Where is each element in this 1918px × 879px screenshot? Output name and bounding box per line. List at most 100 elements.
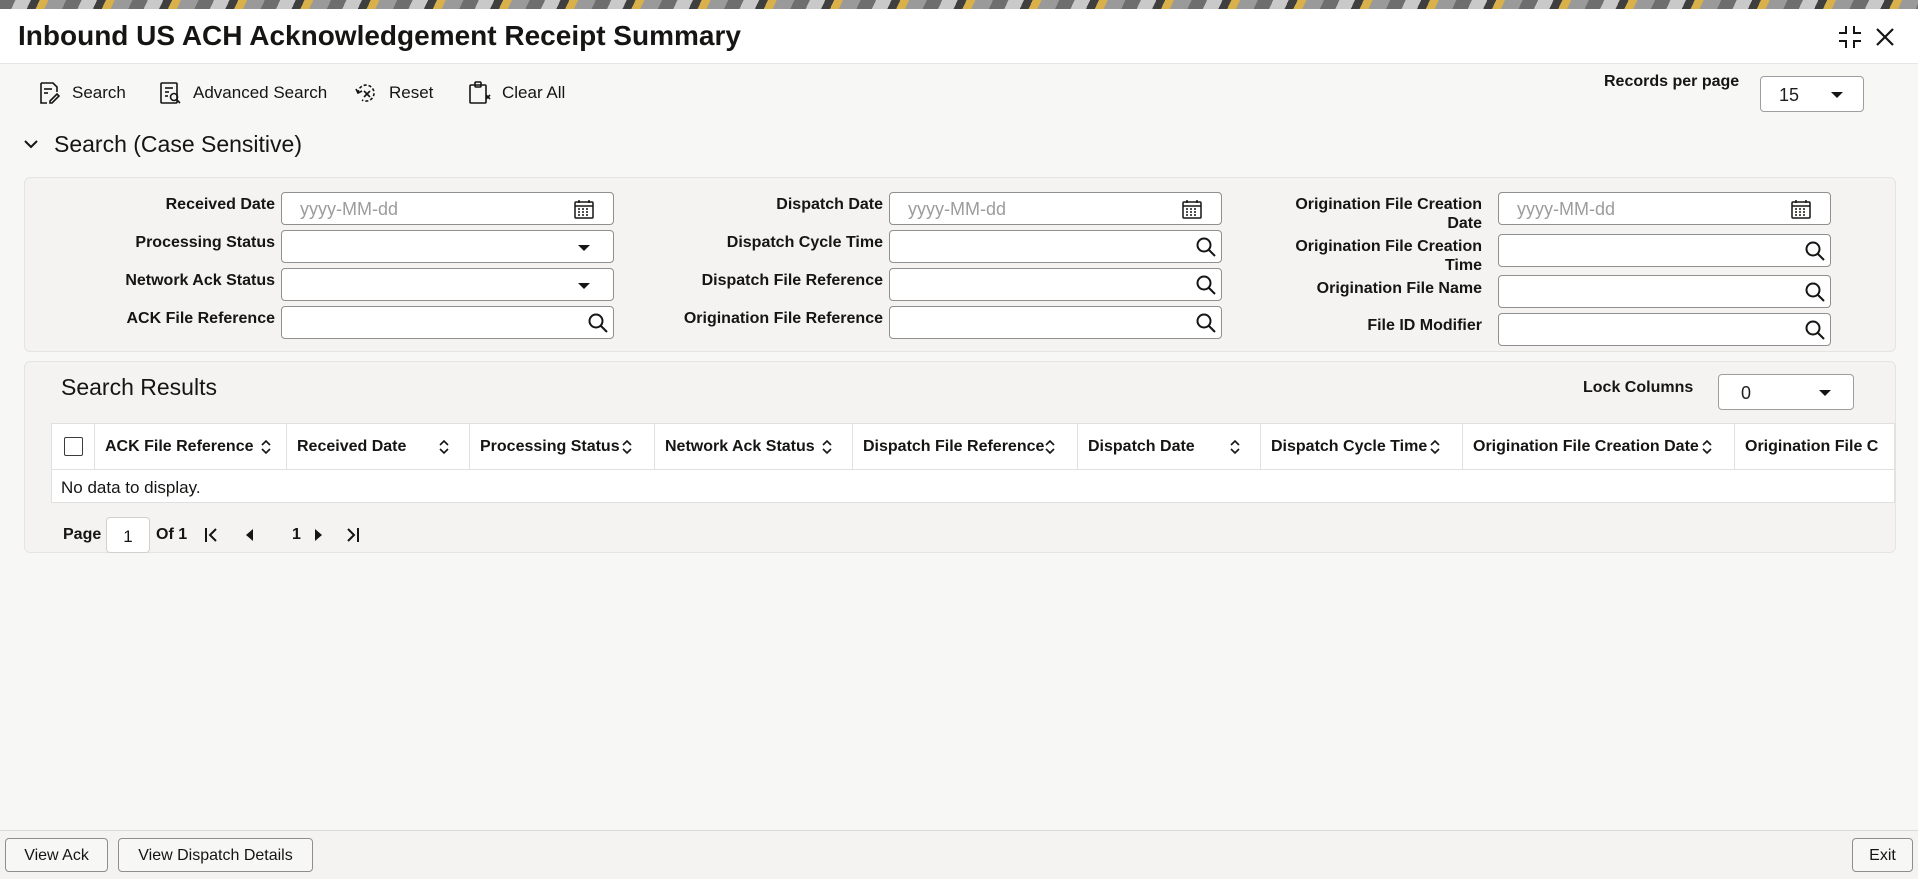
reset-icon <box>355 84 375 102</box>
sort-icon[interactable] <box>437 438 451 456</box>
search-icon[interactable] <box>1195 312 1217 334</box>
network-ack-status-select[interactable] <box>281 268 614 301</box>
view-dispatch-details-button[interactable]: View Dispatch Details <box>118 838 313 872</box>
label-line-1: Origination File Creation <box>1295 196 1482 213</box>
column-header-label: Processing Status <box>480 438 620 455</box>
sort-icon[interactable] <box>1428 438 1442 456</box>
column-header[interactable]: Origination File Creation Date <box>1463 424 1735 470</box>
search-icon[interactable] <box>1195 274 1217 296</box>
column-header-label: Dispatch Date <box>1088 438 1195 455</box>
exit-button[interactable]: Exit <box>1852 838 1913 872</box>
ack-file-reference-field[interactable] <box>281 306 614 339</box>
origination-file-name-label: Origination File Name <box>1316 280 1482 297</box>
clear-all-button[interactable]: Clear All <box>466 78 565 108</box>
sort-icon[interactable] <box>1228 438 1242 456</box>
table-header: ACK File Reference Received Date Process… <box>52 424 1894 470</box>
lock-columns-select[interactable]: 0 <box>1718 374 1854 410</box>
chevron-down-icon <box>1819 390 1831 396</box>
dispatch-date-field[interactable]: yyyy-MM-dd <box>889 192 1222 225</box>
calendar-icon[interactable] <box>1181 198 1203 220</box>
origination-file-creation-date-label: Origination File Creation Date <box>1295 195 1482 233</box>
close-icon[interactable] <box>1871 23 1899 51</box>
column-header-label: Dispatch Cycle Time <box>1271 438 1428 455</box>
sort-icon[interactable] <box>1043 438 1057 456</box>
column-header[interactable]: Network Ack Status <box>655 424 853 470</box>
chevron-down-icon <box>24 140 38 149</box>
network-ack-status-label: Network Ack Status <box>125 272 275 289</box>
received-date-field[interactable]: yyyy-MM-dd <box>281 192 614 225</box>
reset-button[interactable]: Reset <box>353 78 433 108</box>
results-table: ACK File Reference Received Date Process… <box>51 423 1895 503</box>
origination-file-creation-time-label: Origination File Creation Time <box>1295 237 1482 275</box>
search-icon[interactable] <box>1804 281 1826 303</box>
search-icon[interactable] <box>1804 319 1826 341</box>
footer-bar: View Ack View Dispatch Details Exit <box>0 830 1918 879</box>
page-indicator: 1 <box>292 526 301 543</box>
column-header[interactable]: Origination File C <box>1735 424 1894 470</box>
page-title: Inbound US ACH Acknowledgement Receipt S… <box>18 20 741 51</box>
column-header-label: Origination File Creation Date <box>1473 438 1699 455</box>
collapse-icon[interactable] <box>1836 23 1864 51</box>
chevron-down-icon <box>578 283 590 289</box>
search-section-toggle[interactable]: Search (Case Sensitive) <box>22 128 302 160</box>
origination-file-reference-field[interactable] <box>889 306 1222 339</box>
header-decoration <box>0 0 1918 9</box>
column-header[interactable]: Dispatch Cycle Time <box>1261 424 1463 470</box>
toolbar: Search Advanced Search Reset Clear All R… <box>0 64 1918 118</box>
search-panel: Received Date yyyy-MM-dd Processing Stat… <box>24 177 1896 352</box>
view-ack-button[interactable]: View Ack <box>5 838 108 872</box>
search-section-title: Search (Case Sensitive) <box>54 130 302 157</box>
file-id-modifier-label: File ID Modifier <box>1367 317 1482 334</box>
chevron-down-icon <box>578 245 590 251</box>
sort-icon[interactable] <box>1700 438 1714 456</box>
page-number-input[interactable]: 1 <box>106 517 150 553</box>
next-page-icon[interactable] <box>309 526 327 544</box>
column-header[interactable]: Dispatch File Reference <box>853 424 1078 470</box>
first-page-icon[interactable] <box>203 526 221 544</box>
column-header-label: Network Ack Status <box>665 438 815 455</box>
origination-file-name-field[interactable] <box>1498 275 1831 308</box>
results-panel: Search Results Lock Columns 0 ACK File R… <box>24 361 1896 553</box>
records-per-page-select[interactable]: 15 <box>1760 76 1864 112</box>
dispatch-file-reference-field[interactable] <box>889 268 1222 301</box>
records-per-page-value: 15 <box>1779 85 1800 105</box>
column-header[interactable]: Dispatch Date <box>1078 424 1261 470</box>
label-line-2: Date <box>1447 215 1482 232</box>
sort-icon[interactable] <box>259 438 273 456</box>
processing-status-select[interactable] <box>281 230 614 263</box>
calendar-icon[interactable] <box>1790 198 1812 220</box>
page-label: Page <box>63 526 102 543</box>
origination-file-creation-time-field[interactable] <box>1498 234 1831 267</box>
advanced-search-button-label: Advanced Search <box>193 83 328 102</box>
last-page-icon[interactable] <box>343 526 361 544</box>
advanced-search-button[interactable]: Advanced Search <box>157 78 327 108</box>
column-header[interactable]: Received Date <box>287 424 470 470</box>
lock-columns-label: Lock Columns <box>1583 379 1694 396</box>
search-icon[interactable] <box>1804 240 1826 262</box>
search-button-label: Search <box>72 83 126 102</box>
origination-file-reference-label: Origination File Reference <box>683 310 883 327</box>
select-all-checkbox[interactable] <box>64 437 83 456</box>
dispatch-date-label: Dispatch Date <box>776 196 883 213</box>
previous-page-icon[interactable] <box>241 526 259 544</box>
dispatch-cycle-time-field[interactable] <box>889 230 1222 263</box>
received-date-placeholder: yyyy-MM-dd <box>300 199 398 219</box>
page-of-label: Of 1 <box>156 526 188 543</box>
file-id-modifier-field[interactable] <box>1498 313 1831 346</box>
results-title: Search Results <box>61 374 217 400</box>
calendar-icon[interactable] <box>573 198 595 220</box>
origination-file-creation-date-field[interactable]: yyyy-MM-dd <box>1498 192 1831 225</box>
column-header[interactable]: Processing Status <box>470 424 655 470</box>
received-date-label: Received Date <box>165 196 275 213</box>
column-header[interactable]: ACK File Reference <box>95 424 287 470</box>
empty-message: No data to display. <box>61 478 201 497</box>
search-icon[interactable] <box>1195 236 1217 258</box>
sort-icon[interactable] <box>620 438 634 456</box>
processing-status-label: Processing Status <box>135 234 275 251</box>
search-button[interactable]: Search <box>36 78 126 108</box>
column-header-label: Received Date <box>297 438 407 455</box>
sort-icon[interactable] <box>820 438 834 456</box>
origination-file-creation-date-placeholder: yyyy-MM-dd <box>1517 199 1615 219</box>
select-all-column <box>52 424 95 470</box>
search-icon[interactable] <box>587 312 609 334</box>
